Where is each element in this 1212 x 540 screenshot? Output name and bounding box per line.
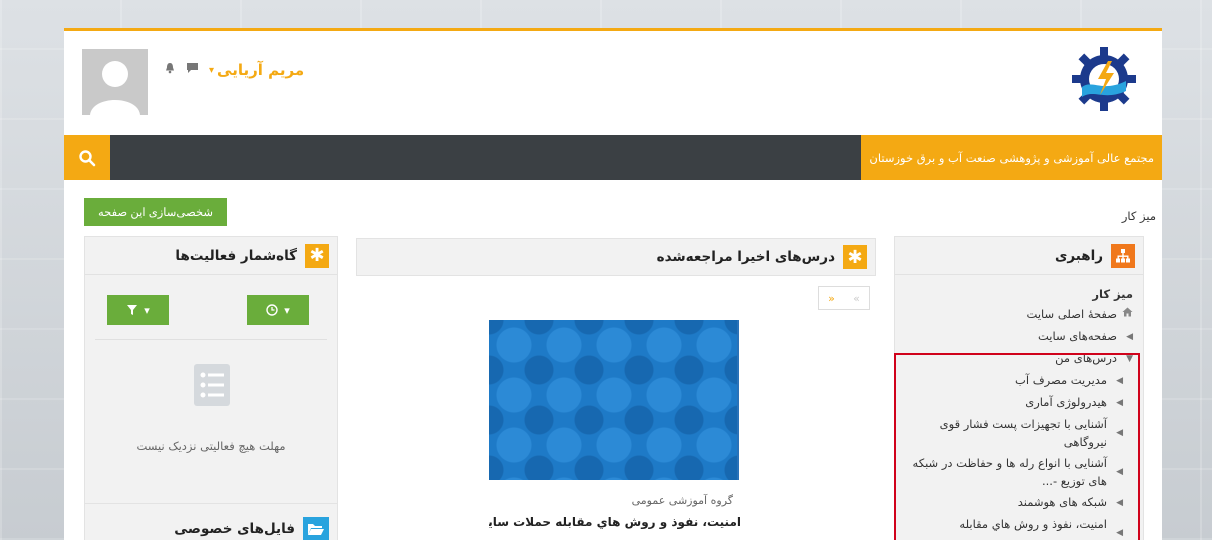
nav-item-label: درس‌های من [1055, 351, 1117, 365]
asterisk-icon: ✱ [843, 245, 867, 269]
home-icon [1122, 305, 1133, 324]
asterisk-icon: ✱ [305, 243, 329, 268]
nav-item-course[interactable]: ◀ هیدرولوژی آماری [905, 393, 1133, 412]
recent-courses-header: ✱ درس‌های اخیرا مراجعه‌شده [356, 238, 876, 276]
timeline-filter-button[interactable]: ▾ [107, 295, 169, 325]
nav-item-course[interactable]: ◀ آشنایی با انواع رله ها و حفاظت در شبکه… [905, 454, 1133, 490]
arrow-left-icon: ◀ [1116, 398, 1123, 408]
arrow-left-icon: ◀ [1116, 428, 1123, 438]
folder-open-icon [303, 516, 329, 540]
nav-item-site-pages[interactable]: ◀ صفحه‌های سایت [905, 327, 1133, 346]
timeline-title: گاه‌شمار فعالیت‌ها [175, 247, 297, 264]
customize-page-button[interactable]: شخصی‌سازی این صفحه [84, 198, 228, 226]
navigation-block-title: راهبری [1054, 247, 1103, 264]
private-files-header: فایل‌های خصوصی [85, 504, 337, 540]
chevron-down-icon: ▾ [144, 303, 150, 317]
nav-item-label: صفحهٔ اصلی سایت [1026, 307, 1117, 321]
nav-item-label: شبکه های هوشمند [1017, 495, 1107, 509]
private-files-title: فایل‌های خصوصی [174, 520, 295, 537]
nav-item-my-courses[interactable]: ▼ درس‌های من [905, 349, 1133, 368]
nav-item-label: مدیریت مصرف آب [1015, 373, 1107, 387]
course-image[interactable] [489, 320, 739, 480]
navigation-block: راهبری میز کار صفحهٔ اصلی سایت ◀ صفحه‌ها… [894, 236, 1144, 540]
search-button[interactable] [64, 135, 110, 180]
user-name: مریم آریایی [217, 61, 305, 79]
navigation-tree: میز کار صفحهٔ اصلی سایت ◀ صفحه‌های سایت … [895, 275, 1143, 540]
user-silhouette-icon [82, 49, 148, 115]
clock-icon [266, 304, 278, 316]
timeline-sort-button[interactable]: ▾ [247, 295, 309, 325]
chevron-down-icon: ▾ [209, 64, 215, 76]
course-card[interactable]: گروه آموزشی عمومی امنیت، نفوذ و روش هاي … [489, 320, 741, 540]
breadcrumb[interactable]: میز کار [1122, 209, 1156, 223]
user-menu: ▾ مریم آریایی [164, 61, 304, 79]
site-brand-link[interactable]: مجتمع عالی آموزشی و پژوهشی صنعت آب و برق… [861, 135, 1162, 180]
timeline-header: ✱ گاه‌شمار فعالیت‌ها [85, 237, 337, 275]
pager-prev-button[interactable]: « [853, 292, 860, 305]
main-navbar: مجتمع عالی آموزشی و پژوهشی صنعت آب و برق… [64, 135, 1162, 180]
chevron-down-icon: ▾ [284, 303, 290, 317]
nav-item-course[interactable]: ◀ مدیریت مصرف آب [905, 371, 1133, 390]
pager-next-button[interactable]: » [828, 292, 835, 305]
empty-list-icon [194, 364, 230, 406]
nav-item-label: امنیت، نفوذ و روش هاي مقابله [959, 517, 1107, 531]
search-icon [79, 149, 96, 166]
nav-item-course[interactable]: ◀ امنیت، نفوذ و روش هاي مقابله [905, 515, 1133, 540]
timeline-block: ✱ گاه‌شمار فعالیت‌ها ▾ ▾ مهلت هیچ [84, 236, 338, 504]
nav-item-course[interactable]: ◀ آشنایی با تجهیزات پست فشار قوی نیروگاه… [905, 415, 1133, 451]
nav-item-site-home[interactable]: صفحهٔ اصلی سایت [905, 305, 1133, 324]
avatar[interactable] [82, 49, 148, 115]
page-frame: ▾ مریم آریایی مجتمع عالی آموزشی و پژوهشی… [64, 28, 1162, 540]
nav-item-label: آشنایی با تجهیزات پست فشار قوی نیروگاهی [939, 417, 1107, 449]
nav-item-label: آشنایی با انواع رله ها و حفاظت در شبکه ه… [912, 456, 1107, 488]
recent-courses-title: درس‌های اخیرا مراجعه‌شده [656, 249, 835, 265]
nav-item-label: صفحه‌های سایت [1037, 329, 1117, 343]
bell-icon[interactable] [164, 62, 176, 78]
sitemap-icon [1111, 243, 1135, 268]
navigation-block-header: راهبری [895, 237, 1143, 275]
arrow-left-icon: ◀ [1116, 528, 1123, 538]
site-logo[interactable] [1068, 43, 1140, 115]
filter-icon [127, 305, 138, 315]
message-icon[interactable] [186, 62, 199, 78]
arrow-left-icon: ◀ [1116, 467, 1123, 477]
private-files-block: فایل‌های خصوصی [84, 503, 338, 540]
site-header: ▾ مریم آریایی [64, 31, 1162, 135]
nav-root-dashboard[interactable]: میز کار [905, 287, 1133, 301]
recent-courses-block: ✱ درس‌های اخیرا مراجعه‌شده » « گروه آموز… [356, 238, 876, 540]
divider [95, 339, 327, 340]
course-name-link[interactable]: امنیت، نفوذ و روش هاي مقابله حملات سایبر… [489, 507, 741, 529]
course-category: گروه آموزشی عمومی [631, 494, 733, 507]
gear-logo-icon [1072, 47, 1136, 111]
arrow-down-icon: ▼ [1126, 354, 1133, 364]
arrow-left-icon: ◀ [1116, 498, 1123, 508]
timeline-empty-message: مهلت هیچ فعالیتی نزدیک نیست [136, 439, 286, 453]
nav-item-course[interactable]: ◀ شبکه های هوشمند [905, 493, 1133, 512]
carousel-pager: » « [818, 286, 870, 310]
arrow-left-icon: ◀ [1116, 376, 1123, 386]
user-menu-toggle[interactable]: ▾ مریم آریایی [209, 61, 304, 79]
arrow-left-icon: ◀ [1126, 332, 1133, 342]
nav-item-label: هیدرولوژی آماری [1025, 395, 1107, 409]
